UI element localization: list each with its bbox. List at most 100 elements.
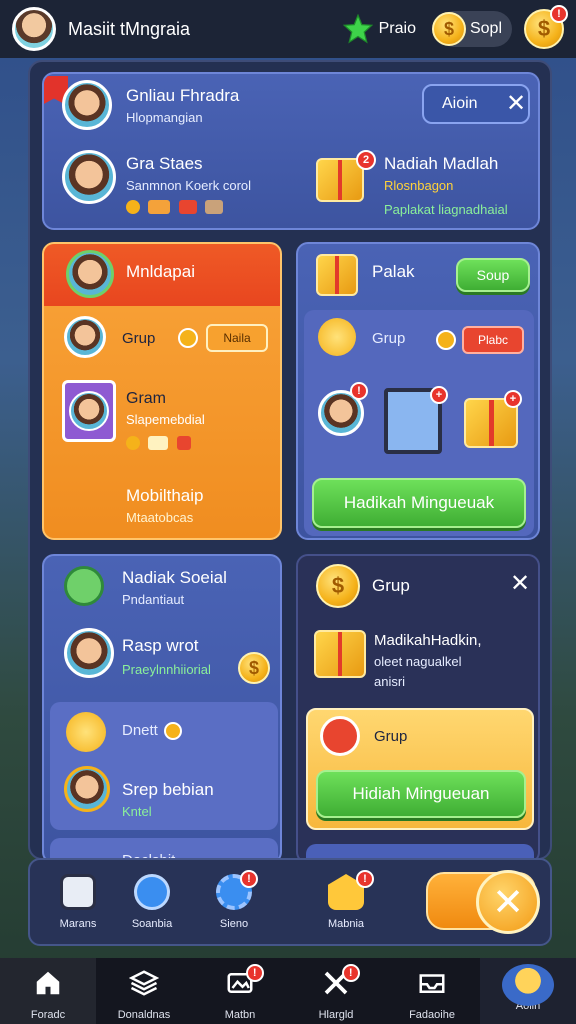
action-label: Marans [59,918,97,930]
coin-icon[interactable]: $ [238,652,270,684]
row1-button[interactable]: Naila [206,324,268,352]
coin-icon [178,328,198,348]
row-label: Grup [372,330,406,347]
top-bar: Masiit tMngraia Praio $ Sopl $ ! [0,0,576,58]
coin-icon: $ [431,12,466,46]
nav-badge: ! [245,964,264,982]
star-icon[interactable] [342,14,373,44]
nav-label: Matbn [224,1009,256,1021]
row3-sub: Kntel [122,804,152,819]
treasure-chest-icon [316,254,358,296]
social-subtitle: Pndantiaut [122,592,185,607]
nav-label: Foradc [30,1009,66,1021]
social-title: Nadiak Soeial [122,568,227,587]
shop-coin-icon[interactable]: $ ! [524,5,568,49]
grup-title: Grup [372,576,410,595]
inner-label: Grup [374,728,408,745]
social-card: Nadiak Soeial Pndantiaut Rasp wrot Praey… [42,554,282,858]
close-icon[interactable]: ✕ [506,92,526,116]
close-icon: ✕ [476,870,540,934]
gem-chip-icon [178,199,197,214]
action-item-sieno[interactable]: ! Sieno [194,870,274,930]
action-bar: Marans Soanbia ! Sieno ! Mabnia ✕ [28,858,552,946]
reward-green-text: Paplakat liagnadhaial [384,202,508,217]
nav-item-inbox[interactable]: Fadaoihe [384,958,480,1024]
row3-title: Mobilthaip [126,486,204,505]
orange-card: Mnldapai Grup Naila Gram Slapemebdial Mo… [42,242,282,540]
main-toggle-button[interactable]: ✕ [426,870,540,934]
character-avatar [69,391,109,431]
home-icon [36,971,60,995]
plus-badge: + [504,390,522,408]
nav-badge: ! [341,964,360,982]
action-label: Soanbia [131,918,173,930]
nav-item-layers[interactable]: Donaldnas [96,958,192,1024]
row3-sub: Mtaatobcas [126,510,194,525]
grup-card: $ Grup ✕ MadikahHadkin, oleet nagualkel … [296,554,540,858]
orange-card-title: Mnldapai [126,262,195,281]
row2-title: Dnett [122,722,158,739]
desc-line1: MadikahHadkin, [374,632,482,649]
action-badge: ! [356,870,374,888]
character-card [62,380,116,442]
page-title: Masiit tMngraia [68,18,191,39]
claim-button[interactable]: Hadikah Mingueuak [312,478,526,528]
gift-chest-icon [314,630,366,678]
top-right-group: Praio $ Sopl $ ! [342,5,568,49]
nav-label: Donaldnas [117,1009,171,1021]
user-avatar [62,150,116,204]
profile-card: Gnliau Fhradra Hlopmangian Aioin ✕ Gra S… [42,72,540,230]
action-button-label: Aioin [442,95,478,112]
nav-item-home[interactable]: Foradc [0,958,96,1024]
coin-icon [164,722,182,740]
desc-line2: oleet nagualkel [374,654,462,669]
stars-label: Praio [378,20,416,37]
coin-chip-icon [126,435,140,450]
claim-button[interactable]: Hidiah Mingueuan [316,770,526,818]
nav-item-profile[interactable]: Aolin [480,958,576,1024]
card-title: Gnliau Fhradra [126,86,240,105]
user-avatar [64,628,114,678]
action-label: Sieno [219,918,249,930]
alert-icon [320,716,360,756]
avatar [66,250,114,298]
resource-chips [126,198,227,216]
nav-item-tools[interactable]: ! Hlargld [288,958,384,1024]
user-name: Gra Staes [126,154,203,173]
coin-balance[interactable]: $ Sopl [431,11,512,47]
nav-item-image[interactable]: ! Matbn [192,958,288,1024]
coin-icon [436,330,456,350]
coin-value: Sopl [469,20,502,37]
palak-card: Palak Soup Grup Plabc ! + + Hadikah Ming… [296,242,540,540]
camera-icon [60,874,96,910]
rocket-icon [134,874,170,910]
notification-badge: ! [550,5,568,23]
row1-title: Rasp wrot [122,636,199,655]
action-item-mabnia[interactable]: ! Mabnia [306,870,386,930]
alert-badge: ! [350,382,368,400]
action-item-soanbia[interactable]: Soanbia [112,874,192,930]
sub-button[interactable]: Soup [456,258,530,292]
sun-icon [318,318,356,356]
close-icon[interactable]: ✕ [510,572,530,596]
row2-sub: Slapemebdial [126,412,205,427]
coin-chip-icon [126,199,140,214]
action-badge: ! [240,870,258,888]
avatar [62,80,112,130]
gift-badge: 2 [356,150,376,170]
row2-title: Gram [126,390,166,407]
card-subtitle: Hlopmangian [126,110,203,125]
row-button[interactable]: Plabc [462,326,524,354]
resource-chips [126,434,195,452]
row1-green: Praeylnnhiiorial [122,662,211,677]
palak-title: Palak [372,262,415,281]
group-avatar [64,316,106,358]
ticket-chip-icon [148,199,171,214]
inbox-icon [419,974,445,993]
action-item-marans[interactable]: Marans [38,874,118,930]
user-desc: Sanmnon Koerk corol [126,178,252,193]
coin-icon: $ [316,564,360,608]
profile-icon [502,964,554,1006]
profile-avatar[interactable] [12,7,56,51]
ticket-chip-icon [148,435,169,450]
